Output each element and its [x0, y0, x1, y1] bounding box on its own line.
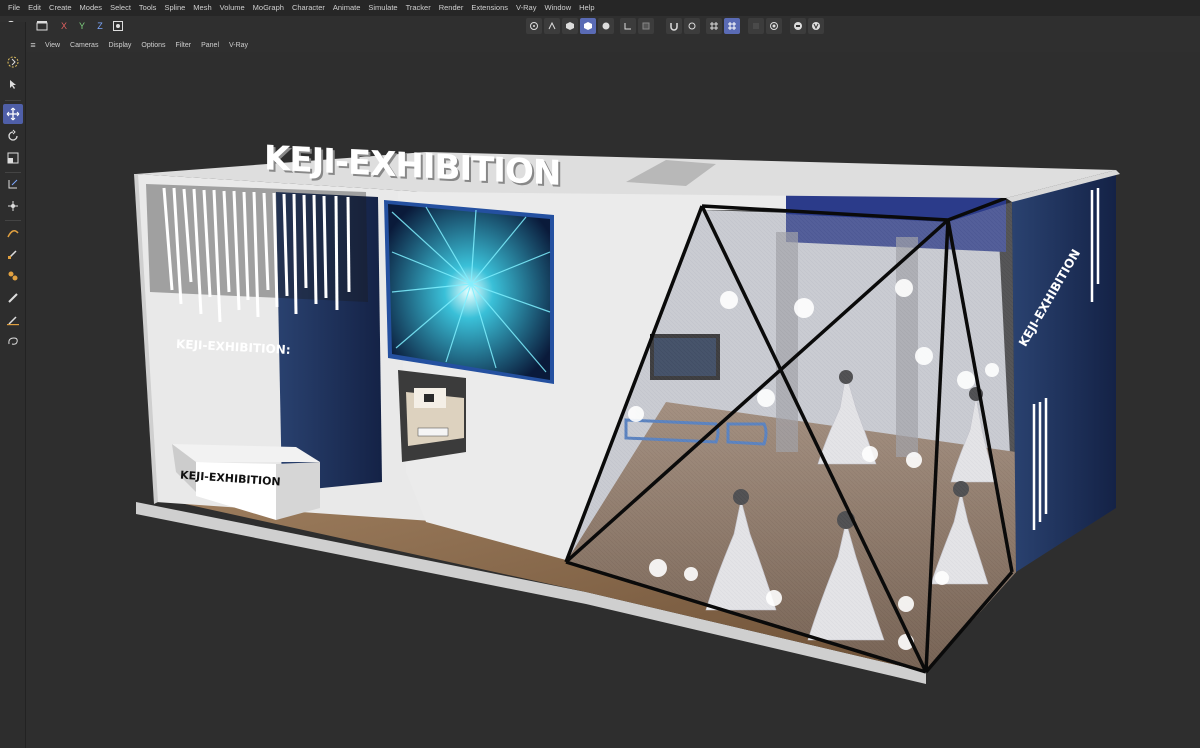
quantize-icon[interactable]: [724, 18, 740, 34]
menu-animate[interactable]: Animate: [329, 0, 365, 16]
menu-extensions[interactable]: Extensions: [467, 0, 512, 16]
rotate-tool-icon[interactable]: [3, 126, 23, 146]
menu-select[interactable]: Select: [106, 0, 135, 16]
viewport-menu-display[interactable]: Display: [103, 42, 136, 49]
menu-character[interactable]: Character: [288, 0, 329, 16]
viewport-menu-filter[interactable]: Filter: [171, 42, 197, 49]
viewport-menu-panel[interactable]: Panel: [196, 42, 224, 49]
axis-x-lock-button[interactable]: X: [56, 18, 72, 34]
polygons-mode-icon[interactable]: [562, 18, 578, 34]
menu-bar: File Edit Create Modes Select Tools Spli…: [0, 0, 1200, 16]
viewport-menu-cameras[interactable]: Cameras: [65, 42, 103, 49]
menu-spline[interactable]: Spline: [160, 0, 189, 16]
snap-settings-icon[interactable]: [684, 18, 700, 34]
menu-mesh[interactable]: Mesh: [189, 0, 215, 16]
snap-tool-icon[interactable]: [3, 196, 23, 216]
live-selection-icon[interactable]: [3, 74, 23, 94]
scale-tool-icon[interactable]: [3, 148, 23, 168]
knife-tool-icon[interactable]: [3, 310, 23, 330]
axis-z-lock-button[interactable]: Z: [92, 18, 108, 34]
axis-y-lock-button[interactable]: Y: [74, 18, 90, 34]
magnet-snap-icon[interactable]: [666, 18, 682, 34]
paint-brush-icon[interactable]: [3, 288, 23, 308]
menu-create[interactable]: Create: [45, 0, 76, 16]
menu-tracker[interactable]: Tracker: [402, 0, 435, 16]
menu-tools[interactable]: Tools: [135, 0, 161, 16]
axis-mode-icon[interactable]: [620, 18, 636, 34]
workplane-icon[interactable]: [638, 18, 654, 34]
toolbar-divider: [5, 172, 21, 173]
3d-viewport[interactable]: KEJI-EXHIBITION KEJI-EXHIBITION: KEJI-EX…: [26, 52, 1200, 748]
move-tool-icon[interactable]: [3, 104, 23, 124]
edges-mode-icon[interactable]: [544, 18, 560, 34]
menu-help[interactable]: Help: [575, 0, 598, 16]
viewport-menu-vray[interactable]: V-Ray: [224, 42, 253, 49]
left-toolbar: [0, 22, 26, 748]
lasso-tool-icon[interactable]: [3, 332, 23, 352]
menu-mograph[interactable]: MoGraph: [249, 0, 288, 16]
lounge-cushion: [424, 394, 434, 402]
viewport-menu-bar: ≡ View Cameras Display Options Filter Pa…: [26, 38, 1200, 52]
coordinate-system-icon[interactable]: [110, 18, 126, 34]
viewport-menu-view[interactable]: View: [40, 42, 65, 49]
menu-vray[interactable]: V-Ray: [512, 0, 540, 16]
viewport-menu-options[interactable]: Options: [136, 42, 170, 49]
menu-modes[interactable]: Modes: [76, 0, 107, 16]
menu-simulate[interactable]: Simulate: [364, 0, 401, 16]
lounge-table: [417, 427, 449, 437]
spline-pen-icon[interactable]: [3, 222, 23, 242]
render-target-icon[interactable]: [766, 18, 782, 34]
top-toolbar: X Y Z: [0, 16, 1200, 38]
menu-window[interactable]: Window: [540, 0, 575, 16]
points-mode-icon[interactable]: [526, 18, 542, 34]
toolbar-divider: [5, 100, 21, 101]
grid-snap-icon[interactable]: [706, 18, 722, 34]
transfer-tool-icon[interactable]: [3, 174, 23, 194]
right-navy-wall: [1012, 172, 1116, 572]
hamburger-menu-icon[interactable]: ≡: [26, 40, 40, 50]
menu-edit[interactable]: Edit: [24, 0, 45, 16]
toolbar-divider: [5, 220, 21, 221]
sculpt-tool-icon[interactable]: [3, 266, 23, 286]
render-region-icon[interactable]: [748, 18, 764, 34]
menu-volume[interactable]: Volume: [216, 0, 249, 16]
booth-render: [134, 152, 1120, 684]
vray-render-icon[interactable]: [808, 18, 824, 34]
menu-render[interactable]: Render: [435, 0, 468, 16]
object-mode-icon[interactable]: [34, 18, 50, 34]
menu-file[interactable]: File: [4, 0, 24, 16]
model-mode-icon[interactable]: [580, 18, 596, 34]
interactive-render-icon[interactable]: [790, 18, 806, 34]
sketch-tool-icon[interactable]: [3, 244, 23, 264]
uv-mode-icon[interactable]: [598, 18, 614, 34]
undo-view-icon[interactable]: [3, 52, 23, 72]
